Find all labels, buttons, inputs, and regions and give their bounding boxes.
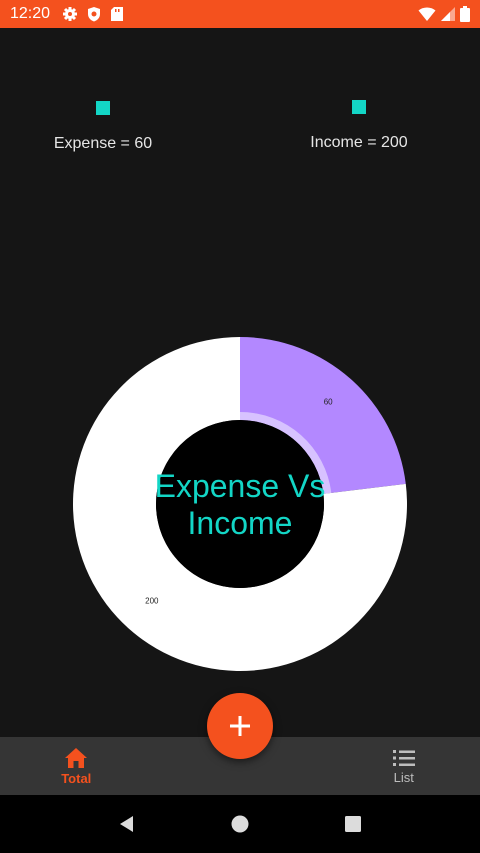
nav-label-total: Total [61,770,92,786]
chart-center-title-line-1: Income [188,505,293,541]
pie-slice-label-0: 60 [324,397,333,406]
chart-center-title-line-0: Expense Vs [155,468,326,504]
home-icon [65,747,88,768]
pie-slice-label-1: 200 [145,597,159,606]
back-icon[interactable] [117,814,137,834]
list-icon [392,749,415,766]
add-fab-button[interactable] [207,693,273,759]
plus-icon [230,716,250,736]
nav-label-list: List [393,769,414,785]
system-nav-bar [0,795,480,853]
nav-item-total[interactable]: Total [0,737,203,795]
home-circle-icon[interactable] [230,814,250,834]
recents-icon[interactable] [343,814,363,834]
donut-center [156,420,324,588]
